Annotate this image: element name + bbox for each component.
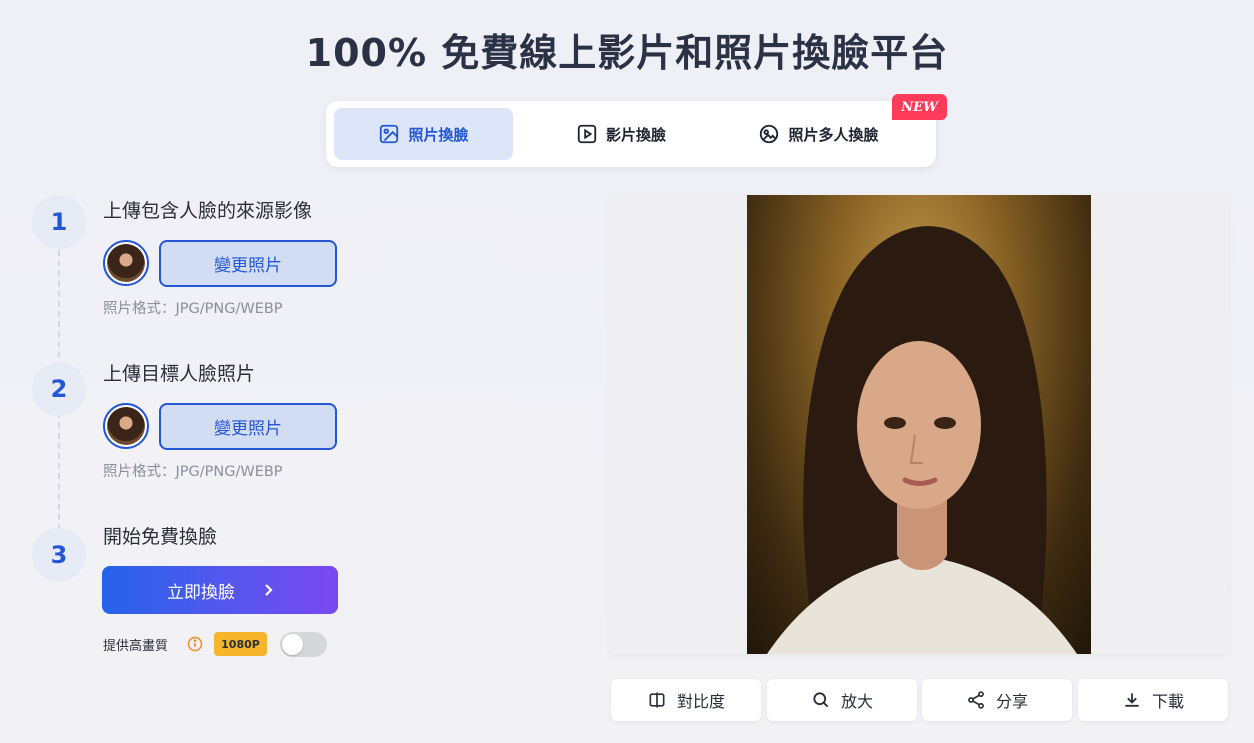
change-source-photo-button[interactable]: 變更照片 — [159, 240, 337, 287]
format-hint-1: 照片格式：JPG/PNG/WEBP — [103, 301, 283, 317]
source-avatar[interactable] — [103, 240, 149, 286]
share-button[interactable]: 分享 — [922, 679, 1072, 721]
tab-video-swap[interactable]: 影片換臉 — [526, 108, 716, 160]
new-badge: NEW — [892, 94, 947, 120]
search-icon — [813, 692, 829, 708]
step-title-2: 上傳目標人臉照片 — [103, 363, 256, 385]
resolution-badge: 1080P — [214, 632, 267, 656]
info-icon[interactable] — [187, 636, 203, 652]
mode-tabs: 照片換臉 影片換臉 照片多人換臉 — [326, 101, 936, 167]
download-label: 下載 — [1151, 692, 1184, 711]
preview-panel — [609, 195, 1229, 654]
tab-label: 影片換臉 — [605, 125, 666, 144]
download-icon — [1125, 693, 1139, 707]
tab-photo-swap[interactable]: 照片換臉 — [334, 108, 513, 160]
hq-toggle[interactable] — [280, 632, 327, 657]
zoom-label: 放大 — [840, 692, 873, 711]
step-number-3: 3 — [32, 528, 86, 582]
play-icon — [577, 124, 597, 144]
step-number-1: 1 — [32, 195, 86, 249]
tab-label: 照片多人換臉 — [788, 125, 879, 144]
portrait-illustration — [767, 226, 1077, 654]
share-label: 分享 — [995, 692, 1028, 711]
swap-now-button[interactable]: 立即換臉 — [102, 566, 338, 614]
step-number-2: 2 — [32, 362, 86, 416]
compare-button[interactable]: 對比度 — [611, 679, 761, 721]
step-title-1: 上傳包含人臉的來源影像 — [103, 200, 313, 222]
tab-multi-face-swap[interactable]: 照片多人換臉 — [726, 108, 911, 160]
change-target-photo-button[interactable]: 變更照片 — [159, 403, 337, 450]
compare-label: 對比度 — [676, 692, 725, 711]
compare-icon — [649, 692, 665, 708]
target-avatar[interactable] — [103, 403, 149, 449]
download-button[interactable]: 下載 — [1078, 679, 1228, 721]
zoom-button[interactable]: 放大 — [767, 679, 917, 721]
chevron-right-icon — [265, 584, 273, 596]
page-title: 100% 免費線上影片和照片換臉平台 — [305, 31, 949, 75]
step-title-3: 開始免費換臉 — [103, 526, 218, 548]
preview-image — [747, 195, 1091, 654]
tab-label: 照片換臉 — [408, 125, 469, 144]
format-hint-2: 照片格式：JPG/PNG/WEBP — [103, 464, 283, 480]
hq-label: 提供高畫質 — [103, 639, 169, 654]
swap-now-label: 立即換臉 — [167, 582, 235, 603]
multi-image-icon — [760, 124, 779, 144]
image-icon — [380, 124, 399, 144]
share-icon — [968, 691, 984, 709]
toggle-knob — [282, 634, 303, 655]
